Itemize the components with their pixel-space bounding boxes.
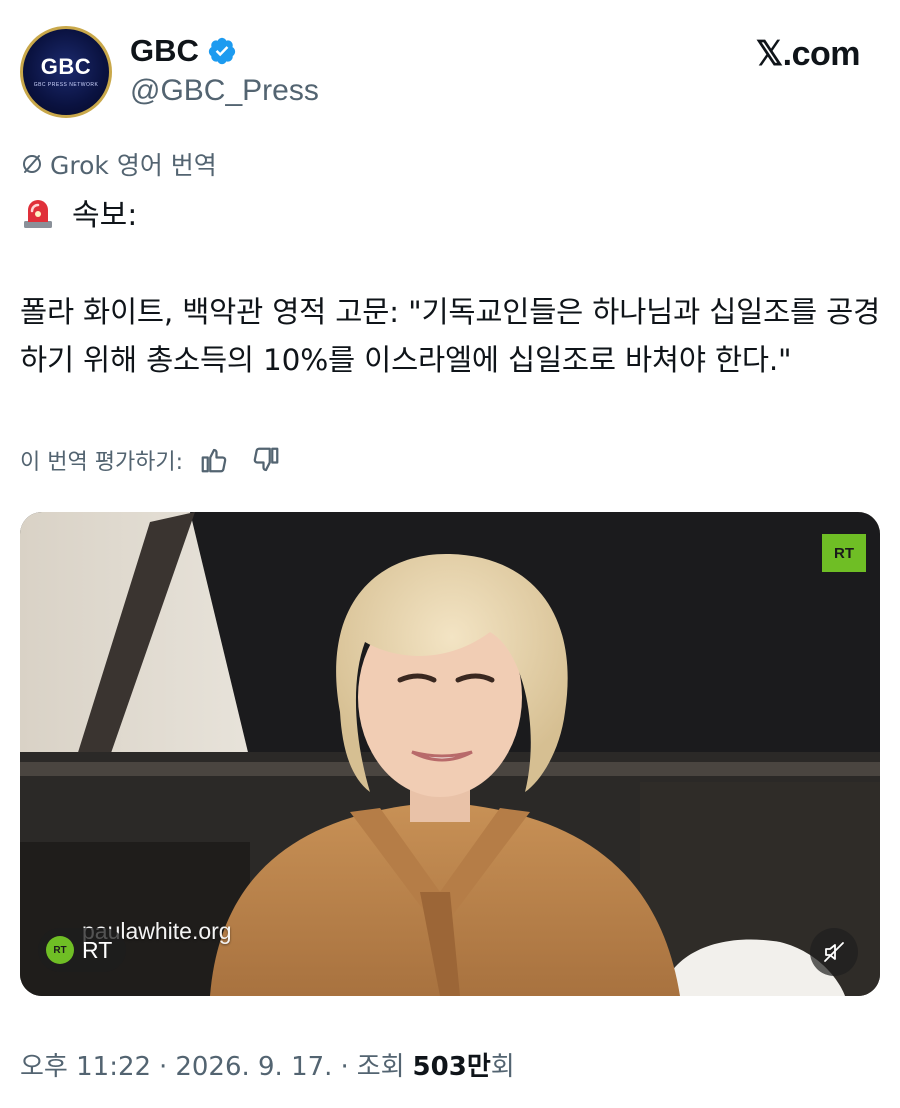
author-name-row[interactable]: GBC [130, 33, 237, 69]
rt-logo-icon: RT [46, 936, 74, 964]
verified-badge-icon [208, 37, 236, 65]
video-source-label: RT [82, 936, 113, 963]
siren-icon [24, 200, 52, 228]
meta-separator: · [340, 1052, 349, 1082]
author-name[interactable]: GBC [130, 33, 199, 69]
thumbs-down-icon[interactable] [251, 445, 281, 475]
translation-label: Grok 영어 번역 [50, 151, 217, 180]
post-meta: 오후 11:22 · 2026. 9. 17. · 조회 503만 회 [20, 1046, 515, 1083]
mute-button[interactable] [810, 928, 858, 976]
translation-indicator[interactable]: Grok 영어 번역 [20, 146, 217, 182]
rate-translation-label: 이 번역 평가하기: [20, 450, 184, 475]
avatar-logo-text: GBC [40, 54, 92, 79]
headline-row: 속보: [20, 190, 137, 234]
author-handle[interactable]: @GBC_Press [130, 74, 319, 108]
avatar[interactable]: GBC GBC PRESS NETWORK [20, 26, 112, 118]
post-date[interactable]: 2026. 9. 17. [175, 1052, 332, 1082]
views-label: 조회 [356, 1052, 405, 1082]
rate-translation-row: 이 번역 평가하기: [20, 444, 281, 476]
mute-icon [824, 942, 844, 962]
post-card: GBC GBC PRESS NETWORK GBC @GBC_Press 𝕏.c… [0, 0, 900, 1108]
video-source-pill[interactable]: RT RT [38, 928, 127, 972]
rt-channel-badge: RT [822, 534, 866, 572]
views-suffix: 회 [490, 1052, 515, 1082]
post-body: 폴라 화이트, 백악관 영적 고문: "기독교인들은 하나님과 십일조를 공경하… [20, 295, 881, 377]
headline-text: 속보: [72, 198, 138, 233]
grok-icon [23, 155, 41, 173]
thumbs-up-icon[interactable] [199, 445, 229, 475]
site-label: 𝕏.com [755, 35, 861, 73]
meta-separator: · [159, 1052, 168, 1082]
video-player[interactable]: RT paulawhite.org RT RT [20, 512, 880, 996]
avatar-subtext: GBC PRESS NETWORK [33, 82, 99, 88]
post-time[interactable]: 오후 11:22 [20, 1046, 151, 1083]
views-count: 503만 [412, 1052, 491, 1082]
